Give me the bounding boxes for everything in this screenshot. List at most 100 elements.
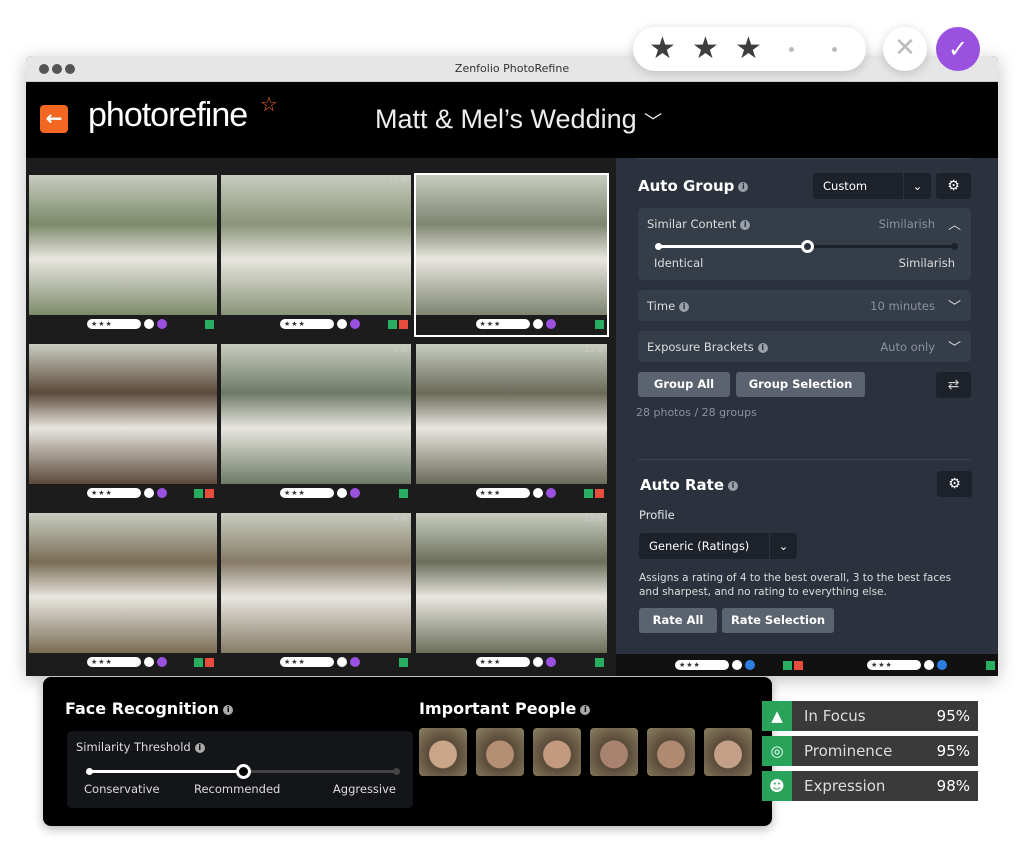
photo-thumbnail[interactable]: ★★★ <box>29 175 217 335</box>
photo-thumbnail[interactable]: 4 ⧉ ★★★ <box>221 344 411 501</box>
info-icon[interactable]: i <box>580 704 591 715</box>
reject-x-icon[interactable] <box>532 319 543 329</box>
person-face-thumbnail[interactable] <box>476 728 524 776</box>
reject-x-icon[interactable] <box>532 657 543 667</box>
star-rating[interactable]: ★★★ <box>87 657 141 667</box>
accept-check-icon[interactable] <box>157 319 167 329</box>
similarity-threshold-slider[interactable] <box>86 764 400 779</box>
star-rating[interactable]: ★★★ <box>280 657 334 667</box>
accept-check-icon[interactable] <box>937 660 947 670</box>
photo-thumbnail[interactable]: ★★★ <box>29 513 217 668</box>
green-flag-icon[interactable] <box>388 320 397 329</box>
photo-thumbnail[interactable]: 12 ⧉ ★★★ <box>416 513 607 668</box>
swap-icon[interactable]: ⇄ <box>936 372 971 398</box>
photo-thumbnail[interactable]: 4 ⧉ ★★★ <box>221 513 411 668</box>
photo[interactable] <box>221 344 411 484</box>
star-icon[interactable]: ★ <box>692 31 719 66</box>
person-face-thumbnail[interactable] <box>647 728 695 776</box>
empty-star-dot[interactable] <box>789 47 794 52</box>
reject-x-icon[interactable] <box>144 488 154 498</box>
star-icon[interactable]: ★ <box>649 31 676 66</box>
red-flag-icon[interactable] <box>595 489 604 498</box>
similar-content-section[interactable]: Similar Content i Similarish ︿ Identical … <box>638 208 971 280</box>
star-icon[interactable]: ★ <box>735 31 762 66</box>
reject-x-icon[interactable] <box>924 660 934 670</box>
photo[interactable] <box>221 175 411 315</box>
green-flag-icon[interactable] <box>595 658 604 667</box>
accept-check-icon[interactable]: ✓ <box>936 27 980 71</box>
photo[interactable] <box>416 175 607 315</box>
photo[interactable] <box>29 513 217 653</box>
group-all-button[interactable]: Group All <box>638 372 730 397</box>
green-flag-icon[interactable] <box>399 658 408 667</box>
green-flag-icon[interactable] <box>194 489 203 498</box>
info-icon[interactable]: i <box>738 181 749 192</box>
preset-dropdown[interactable]: Custom ⌄ <box>813 173 931 199</box>
red-flag-icon[interactable] <box>794 661 803 670</box>
profile-dropdown[interactable]: Generic (Ratings) ⌄ <box>639 533 797 559</box>
green-flag-icon[interactable] <box>194 658 203 667</box>
green-flag-icon[interactable] <box>783 661 792 670</box>
reject-x-icon[interactable] <box>532 488 543 498</box>
empty-star-dot[interactable] <box>832 47 837 52</box>
reject-x-icon[interactable]: ✕ <box>883 27 927 71</box>
person-face-thumbnail[interactable] <box>533 728 581 776</box>
accept-check-icon[interactable] <box>545 657 556 667</box>
time-section[interactable]: Time i 10 minutes ﹀ <box>638 290 971 321</box>
star-rating[interactable]: ★★★ <box>280 319 334 329</box>
green-flag-icon[interactable] <box>205 320 214 329</box>
exposure-brackets-section[interactable]: Exposure Brackets i Auto only ﹀ <box>638 331 971 362</box>
reject-x-icon[interactable] <box>337 657 347 667</box>
accept-check-icon[interactable] <box>350 488 360 498</box>
person-face-thumbnail[interactable] <box>590 728 638 776</box>
rating-widget[interactable]: ★ ★ ★ <box>633 27 866 71</box>
reject-x-icon[interactable] <box>144 319 154 329</box>
reject-x-icon[interactable] <box>337 488 347 498</box>
arrow-left-icon[interactable]: ← <box>40 105 68 133</box>
slider-handle[interactable] <box>236 764 251 779</box>
gear-icon[interactable]: ⚙ <box>937 471 972 497</box>
green-flag-icon[interactable] <box>595 320 604 329</box>
person-face-thumbnail[interactable] <box>419 728 467 776</box>
info-icon[interactable]: i <box>757 342 768 353</box>
star-rating[interactable]: ★★★ <box>475 488 530 498</box>
rate-all-button[interactable]: Rate All <box>639 608 717 633</box>
red-flag-icon[interactable] <box>205 658 214 667</box>
reject-x-icon[interactable] <box>337 319 347 329</box>
red-flag-icon[interactable] <box>205 489 214 498</box>
red-flag-icon[interactable] <box>399 320 408 329</box>
star-rating[interactable]: ★★★ <box>475 319 530 329</box>
photo[interactable] <box>29 344 217 484</box>
info-icon[interactable]: i <box>194 742 205 753</box>
group-selection-button[interactable]: Group Selection <box>736 372 865 397</box>
photo-thumbnail[interactable]: ★★★ <box>414 173 609 337</box>
accept-check-icon[interactable] <box>545 488 556 498</box>
accept-check-icon[interactable] <box>545 319 556 329</box>
info-icon[interactable]: i <box>740 219 751 230</box>
green-flag-icon[interactable] <box>986 661 995 670</box>
star-rating[interactable]: ★★★ <box>87 319 141 329</box>
accept-check-icon[interactable] <box>157 488 167 498</box>
info-icon[interactable]: i <box>728 480 739 491</box>
info-icon[interactable]: i <box>223 704 234 715</box>
star-rating[interactable]: ★★★ <box>675 660 729 670</box>
photo[interactable] <box>416 513 607 653</box>
gear-icon[interactable]: ⚙ <box>936 173 971 199</box>
green-flag-icon[interactable] <box>584 489 593 498</box>
accept-check-icon[interactable] <box>350 319 360 329</box>
star-rating[interactable]: ★★★ <box>475 657 530 667</box>
info-icon[interactable]: i <box>679 301 690 312</box>
photo[interactable] <box>416 344 607 484</box>
photo-thumbnail[interactable]: 12 ⧉ ★★★ <box>416 344 607 501</box>
person-face-thumbnail[interactable] <box>704 728 752 776</box>
photo[interactable] <box>221 513 411 653</box>
reject-x-icon[interactable] <box>144 657 154 667</box>
photo-thumbnail[interactable]: 12 ⧉ ★★★ <box>221 175 411 335</box>
photo-thumbnail[interactable]: ★★★ <box>29 344 217 501</box>
star-rating[interactable]: ★★★ <box>867 660 921 670</box>
similar-content-slider[interactable] <box>655 240 958 253</box>
project-selector[interactable]: Matt & Mel’s Wedding ﹀ <box>375 104 662 135</box>
photo[interactable] <box>29 175 217 315</box>
star-rating[interactable]: ★★★ <box>87 488 141 498</box>
slider-handle[interactable] <box>800 240 814 253</box>
